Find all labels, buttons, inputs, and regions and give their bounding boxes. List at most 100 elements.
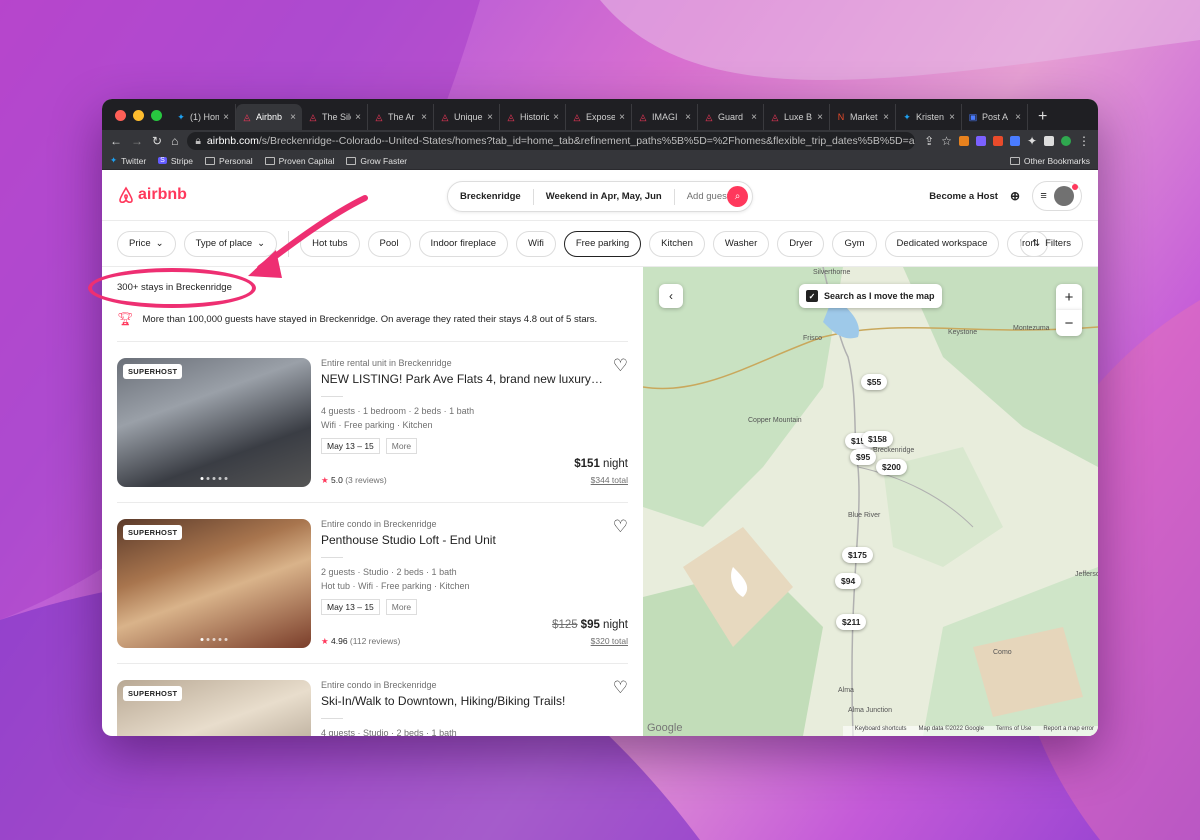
other-bookmarks[interactable]: Other Bookmarks — [1009, 156, 1090, 166]
price-total[interactable]: $344 total — [591, 475, 628, 485]
map-price-pin[interactable]: $200 — [876, 459, 907, 475]
listing-title[interactable]: NEW LISTING! Park Ave Flats 4, brand new… — [321, 372, 605, 386]
filter-chip[interactable]: Free parking — [563, 230, 642, 257]
search-as-move-toggle[interactable]: ✓ Search as I move the map — [799, 284, 942, 308]
close-tab-icon[interactable]: × — [290, 112, 296, 123]
heart-icon[interactable]: ♡ — [613, 678, 628, 698]
close-tab-icon[interactable]: × — [223, 112, 229, 123]
close-window-button[interactable] — [115, 110, 126, 121]
terms-link[interactable]: Terms of Use — [996, 726, 1031, 736]
forward-arrow-icon[interactable]: → — [131, 134, 143, 148]
bookmark-twitter[interactable]: ✦ Twitter — [110, 155, 146, 166]
zoom-in-button[interactable]: + — [1056, 284, 1082, 310]
filter-chip[interactable]: Dedicated workspace — [884, 230, 1000, 257]
become-host-link[interactable]: Become a Host — [929, 191, 998, 202]
extension-icon[interactable] — [975, 136, 986, 146]
map-price-pin[interactable]: $211 — [836, 614, 867, 630]
more-dates-button[interactable]: More — [385, 438, 418, 454]
close-tab-icon[interactable]: × — [355, 112, 361, 123]
map-price-pin[interactable]: $95 — [850, 449, 877, 465]
browser-tab[interactable]: ◬ Expose × — [566, 104, 632, 130]
extension-icon[interactable] — [992, 136, 1003, 146]
search-location[interactable]: Breckenridge — [448, 188, 534, 205]
home-icon[interactable]: ⌂ — [171, 134, 178, 148]
close-tab-icon[interactable]: × — [883, 112, 889, 123]
close-tab-icon[interactable]: × — [1015, 112, 1021, 123]
bookmark-proven-capital[interactable]: Proven Capital — [264, 156, 334, 166]
map-price-pin[interactable]: $175 — [842, 547, 873, 563]
listing-photo[interactable]: SUPERHOST — [117, 680, 311, 736]
maximize-window-button[interactable] — [151, 110, 162, 121]
map-price-pin[interactable]: $55 — [861, 374, 888, 390]
new-tab-button[interactable]: + — [1038, 108, 1047, 126]
sidebar-icon[interactable] — [1044, 136, 1054, 146]
metamask-extension-icon[interactable] — [958, 136, 969, 146]
close-tab-icon[interactable]: × — [487, 112, 493, 123]
back-arrow-icon[interactable]: ← — [110, 134, 122, 148]
date-range[interactable]: May 13 – 15 — [321, 599, 380, 615]
airbnb-logo[interactable]: airbnb — [118, 186, 187, 204]
close-tab-icon[interactable]: × — [421, 112, 427, 123]
browser-tab[interactable]: ◬ Airbnb × — [236, 104, 302, 130]
bookmark-grow-faster[interactable]: Grow Faster — [346, 156, 407, 166]
report-error-link[interactable]: Report a map error — [1043, 726, 1094, 736]
filter-chip[interactable]: Kitchen — [649, 230, 705, 257]
filter-chip[interactable]: Gym — [832, 230, 877, 257]
close-tab-icon[interactable]: × — [817, 112, 823, 123]
bookmark-personal[interactable]: Personal — [205, 156, 253, 166]
close-tab-icon[interactable]: × — [619, 112, 625, 123]
map-panel[interactable]: ‹ ✓ Search as I move the map + − Silverth… — [643, 267, 1098, 736]
date-range[interactable]: May 13 – 15 — [321, 438, 380, 454]
listing-card[interactable]: SUPERHOST Entire condo in Breckenridge P… — [117, 503, 628, 664]
price-total[interactable]: $320 total — [591, 636, 628, 646]
map-price-pin[interactable]: $158 — [862, 431, 893, 447]
search-dates[interactable]: Weekend in Apr, May, Jun — [534, 188, 675, 205]
collapse-map-button[interactable]: ‹ — [659, 284, 683, 308]
listing-photo[interactable]: SUPERHOST — [117, 358, 311, 487]
browser-tab[interactable]: ◬ The Ar × — [368, 104, 434, 130]
filter-chip[interactable]: Pool — [367, 230, 411, 257]
more-menu-icon[interactable]: ⋮ — [1078, 134, 1090, 148]
puzzle-icon[interactable]: ✦ — [1027, 134, 1037, 148]
share-icon[interactable]: ⇪ — [924, 134, 934, 148]
close-tab-icon[interactable]: × — [685, 112, 691, 123]
bookmark-stripe[interactable]: S Stripe — [158, 156, 193, 166]
listing-card[interactable]: SUPERHOST Entire rental unit in Breckenr… — [117, 342, 628, 503]
close-tab-icon[interactable]: × — [751, 112, 757, 123]
listing-title[interactable]: Penthouse Studio Loft - End Unit — [321, 533, 605, 547]
filter-chip[interactable]: Indoor fireplace — [418, 230, 508, 257]
close-tab-icon[interactable]: × — [949, 112, 955, 123]
price-filter[interactable]: Price ⌄ — [117, 230, 176, 257]
heart-icon[interactable]: ♡ — [613, 517, 628, 537]
browser-tab[interactable]: ◬ Luxe B × — [764, 104, 830, 130]
user-menu-button[interactable]: ≡ — [1032, 181, 1082, 211]
browser-tab[interactable]: ✦ Kristen × — [896, 104, 962, 130]
map-price-pin[interactable]: $94 — [835, 573, 862, 589]
zoom-out-button[interactable]: − — [1056, 310, 1082, 336]
globe-icon[interactable]: ⊕ — [1010, 189, 1020, 203]
listing-title[interactable]: Ski-In/Walk to Downtown, Hiking/Biking T… — [321, 694, 605, 708]
close-tab-icon[interactable]: × — [553, 112, 559, 123]
search-bar[interactable]: Breckenridge Weekend in Apr, May, Jun Ad… — [447, 181, 753, 212]
minimize-window-button[interactable] — [133, 110, 144, 121]
browser-tab[interactable]: ◬ Unique × — [434, 104, 500, 130]
extension-icon[interactable] — [1009, 136, 1020, 146]
search-button[interactable]: ⌕ — [727, 186, 748, 207]
browser-tab[interactable]: ◬ IMAGI × — [632, 104, 698, 130]
browser-tab[interactable]: ◬ The Silo × — [302, 104, 368, 130]
browser-tab[interactable]: ▣ Post A × — [962, 104, 1028, 130]
filter-chip[interactable]: Washer — [712, 230, 770, 257]
browser-tab[interactable]: ✦ (1) Home × — [170, 104, 236, 130]
filter-chip[interactable]: Dryer — [777, 230, 825, 257]
more-dates-button[interactable]: More — [385, 599, 418, 615]
heart-icon[interactable]: ♡ — [613, 356, 628, 376]
browser-tab[interactable]: N Market × — [830, 104, 896, 130]
listing-card[interactable]: SUPERHOST Entire condo in Breckenridge S… — [117, 664, 628, 736]
profile-icon[interactable] — [1061, 136, 1071, 146]
filter-chip[interactable]: Wifi — [516, 230, 556, 257]
listing-photo[interactable]: SUPERHOST — [117, 519, 311, 648]
filters-button[interactable]: ⇅ Filters — [1020, 230, 1083, 257]
keyboard-shortcuts-link[interactable]: Keyboard shortcuts — [855, 726, 907, 736]
browser-tab[interactable]: ◬ Guard × — [698, 104, 764, 130]
browser-tab[interactable]: ◬ Historic × — [500, 104, 566, 130]
